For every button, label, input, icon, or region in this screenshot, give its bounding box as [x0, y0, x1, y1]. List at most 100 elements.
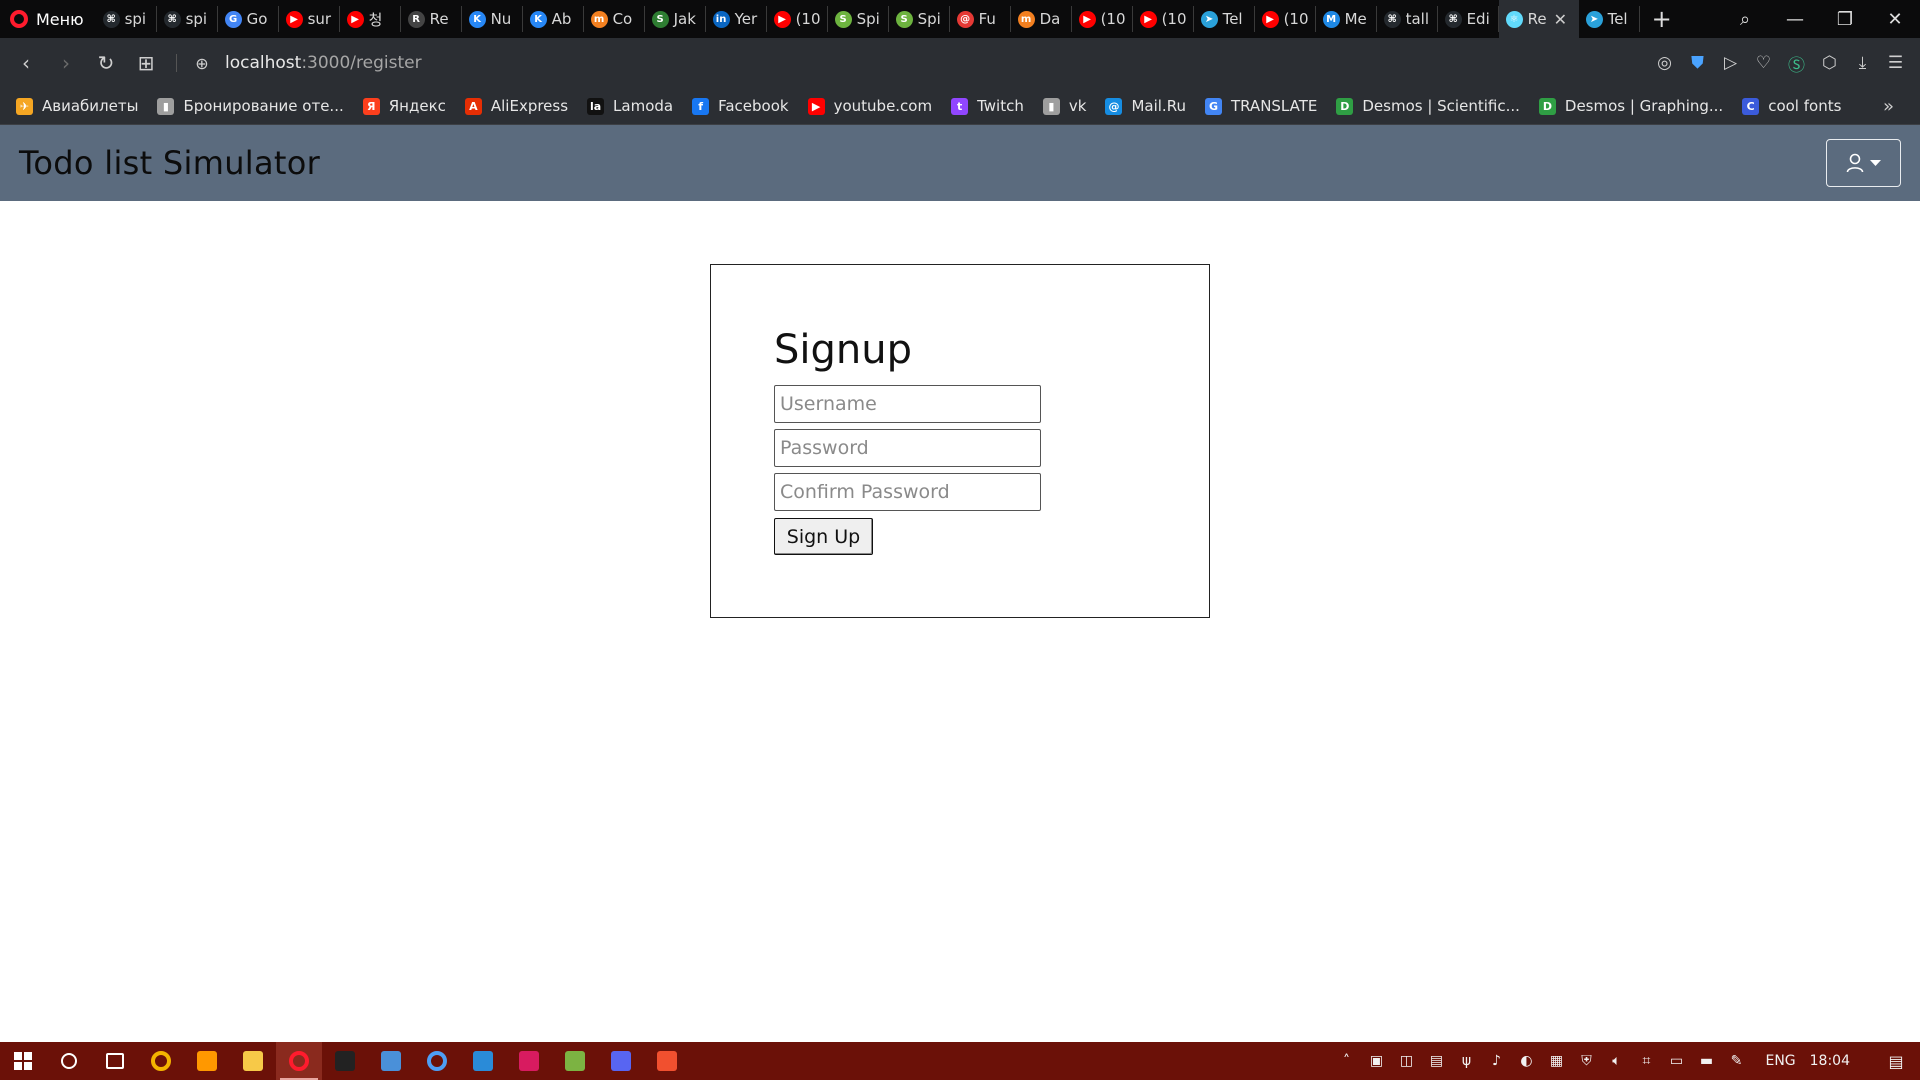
browser-tab[interactable]: ▶ (10 — [1255, 6, 1316, 32]
browser-tab[interactable]: ▶ sur — [279, 6, 340, 32]
new-tab-button[interactable]: + — [1640, 5, 1684, 33]
bookmark-item[interactable]: ▮ Бронирование оте... — [157, 97, 344, 115]
browser-tab[interactable]: m Co — [584, 6, 645, 32]
language-indicator[interactable]: ENG — [1765, 1053, 1795, 1069]
site-info-globe-icon[interactable]: ⊕ — [187, 54, 217, 73]
download-icon[interactable]: ⤓ — [1846, 53, 1879, 73]
bookmark-item[interactable]: f Facebook — [692, 97, 789, 115]
easy-setup-icon[interactable]: ☰ — [1879, 53, 1912, 73]
tray-usb-icon[interactable]: ψ — [1451, 1053, 1481, 1069]
browser-tab[interactable]: m Da — [1011, 6, 1072, 32]
browser-tab[interactable]: G Go — [218, 6, 279, 32]
taskbar-app-intellij[interactable] — [506, 1042, 552, 1080]
tray-app-icon[interactable]: ▣ — [1361, 1053, 1391, 1069]
browser-tab[interactable]: S Jak — [645, 6, 706, 32]
bookmarks-overflow-icon[interactable]: » — [1883, 96, 1894, 117]
opera-menu-button[interactable]: Меню — [0, 0, 96, 38]
taskbar-app-task-view[interactable] — [92, 1042, 138, 1080]
bookmark-item[interactable]: D Desmos | Graphing... — [1538, 97, 1723, 115]
bookmark-item[interactable]: A AliExpress — [464, 97, 568, 115]
taskbar-app-vscode[interactable] — [460, 1042, 506, 1080]
start-button[interactable] — [0, 1042, 46, 1080]
camera-icon[interactable]: ◎ — [1648, 53, 1681, 73]
browser-tab[interactable]: ▶ (10 — [767, 6, 828, 32]
microphone-icon[interactable]: ♪ — [1481, 1053, 1511, 1069]
volume-icon[interactable]: 🔈︎ — [1601, 1053, 1631, 1069]
speed-dial-icon[interactable]: ⊞ — [126, 51, 166, 75]
confirm-password-input[interactable] — [774, 473, 1041, 511]
browser-tab[interactable]: K Nu — [462, 6, 523, 32]
taskbar-app-terminal[interactable] — [322, 1042, 368, 1080]
bookmark-item[interactable]: t Twitch — [951, 97, 1024, 115]
close-tab-icon[interactable]: ✕ — [1554, 10, 1567, 29]
close-window-button[interactable]: ✕ — [1870, 9, 1920, 30]
battery-icon[interactable]: ▬ — [1691, 1053, 1721, 1069]
back-icon[interactable]: ‹ — [6, 51, 46, 75]
taskbar-app-sublime[interactable] — [184, 1042, 230, 1080]
tray-meet-icon[interactable]: ◫ — [1391, 1053, 1421, 1069]
restore-button[interactable]: ❐ — [1820, 9, 1870, 30]
bookmark-item[interactable]: ▮ vk — [1042, 97, 1086, 115]
clock[interactable]: 18:04 — [1810, 1053, 1850, 1069]
monitor-icon[interactable]: ▭ — [1661, 1053, 1691, 1069]
reload-icon[interactable]: ↻ — [86, 51, 126, 75]
forward-icon[interactable]: › — [46, 51, 86, 75]
user-menu-button[interactable] — [1826, 139, 1901, 187]
browser-tab[interactable]: K Ab — [523, 6, 584, 32]
browser-tab[interactable]: S Spi — [889, 6, 950, 32]
notifications-icon[interactable]: ▤ — [1872, 1052, 1920, 1071]
taskbar-app-discord[interactable] — [598, 1042, 644, 1080]
bookmark-item[interactable]: D Desmos | Scientific... — [1336, 97, 1520, 115]
vpn-shield-icon[interactable]: ⛊ — [1681, 53, 1714, 73]
edge-icon[interactable]: ◐ — [1511, 1053, 1541, 1069]
browser-tab[interactable]: ▶ (10 — [1133, 6, 1194, 32]
app-brand[interactable]: Todo list Simulator — [19, 144, 320, 182]
tray-display-icon[interactable]: ▤ — [1421, 1053, 1451, 1069]
username-input[interactable] — [774, 385, 1041, 423]
tab-active[interactable]: ⚛ Re ✕ — [1498, 0, 1579, 38]
browser-tab[interactable]: ▶ (10 — [1072, 6, 1133, 32]
browser-tab[interactable]: ▶ 청 — [340, 6, 401, 32]
tray-td-icon[interactable]: ▦ — [1541, 1053, 1571, 1069]
security-icon[interactable]: ⛨ — [1571, 1053, 1601, 1069]
bookmark-item[interactable]: ✈ Авиабилеты — [16, 97, 138, 115]
browser-tab[interactable]: M Me — [1316, 6, 1377, 32]
sign-up-button[interactable]: Sign Up — [774, 518, 873, 555]
url-field[interactable]: localhost:3000/register — [225, 53, 422, 73]
network-icon[interactable]: ⌗ — [1631, 1053, 1661, 1069]
tray-overflow-icon[interactable]: ˄ — [1331, 1053, 1361, 1069]
browser-tab[interactable]: ➤ Tel — [1579, 6, 1640, 32]
browser-tab[interactable]: R Re — [401, 6, 462, 32]
taskbar-app-file-explorer[interactable] — [230, 1042, 276, 1080]
pen-icon[interactable]: ✎ — [1721, 1053, 1751, 1069]
browser-tab[interactable]: ⌘ Edi — [1438, 6, 1499, 32]
bookmark-item[interactable]: G TRANSLATE — [1204, 97, 1317, 115]
bookmark-item[interactable]: ▶ youtube.com — [807, 97, 932, 115]
taskbar-app-search[interactable] — [46, 1042, 92, 1080]
bookmark-item[interactable]: Я Яндекс — [362, 97, 446, 115]
browser-tab[interactable]: ➤ Tel — [1194, 6, 1255, 32]
taskbar-app-notepad[interactable] — [552, 1042, 598, 1080]
taskbar-app-opera[interactable] — [276, 1042, 322, 1080]
password-input[interactable] — [774, 429, 1041, 467]
taskbar-app-photos[interactable] — [368, 1042, 414, 1080]
search-tabs-icon[interactable]: ⌕ — [1720, 9, 1770, 30]
heart-icon[interactable]: ♡ — [1747, 53, 1780, 73]
browser-tab[interactable]: ⌘ spi — [96, 6, 157, 32]
browser-tab[interactable]: S Spi — [828, 6, 889, 32]
browser-tab[interactable]: in Yer — [706, 6, 767, 32]
browser-tab[interactable]: ⌘ spi — [157, 6, 218, 32]
minimize-button[interactable]: — — [1770, 9, 1820, 30]
extension-s-icon[interactable]: Ⓢ — [1780, 51, 1813, 76]
send-icon[interactable]: ▷ — [1714, 53, 1747, 73]
taskbar-app-git[interactable] — [644, 1042, 690, 1080]
browser-tab[interactable]: ⌘ tall — [1377, 6, 1438, 32]
bookmark-item[interactable]: @ Mail.Ru — [1105, 97, 1186, 115]
bookmark-item[interactable]: Ccool fonts — [1742, 97, 1841, 115]
taskbar-app-chromium[interactable] — [414, 1042, 460, 1080]
browser-tab[interactable]: @ Fu — [950, 6, 1011, 32]
cube-icon[interactable]: ⬡ — [1813, 53, 1846, 73]
bookmark-item[interactable]: la Lamoda — [587, 97, 673, 115]
discord-icon — [611, 1051, 631, 1071]
taskbar-app-chrome[interactable] — [138, 1042, 184, 1080]
